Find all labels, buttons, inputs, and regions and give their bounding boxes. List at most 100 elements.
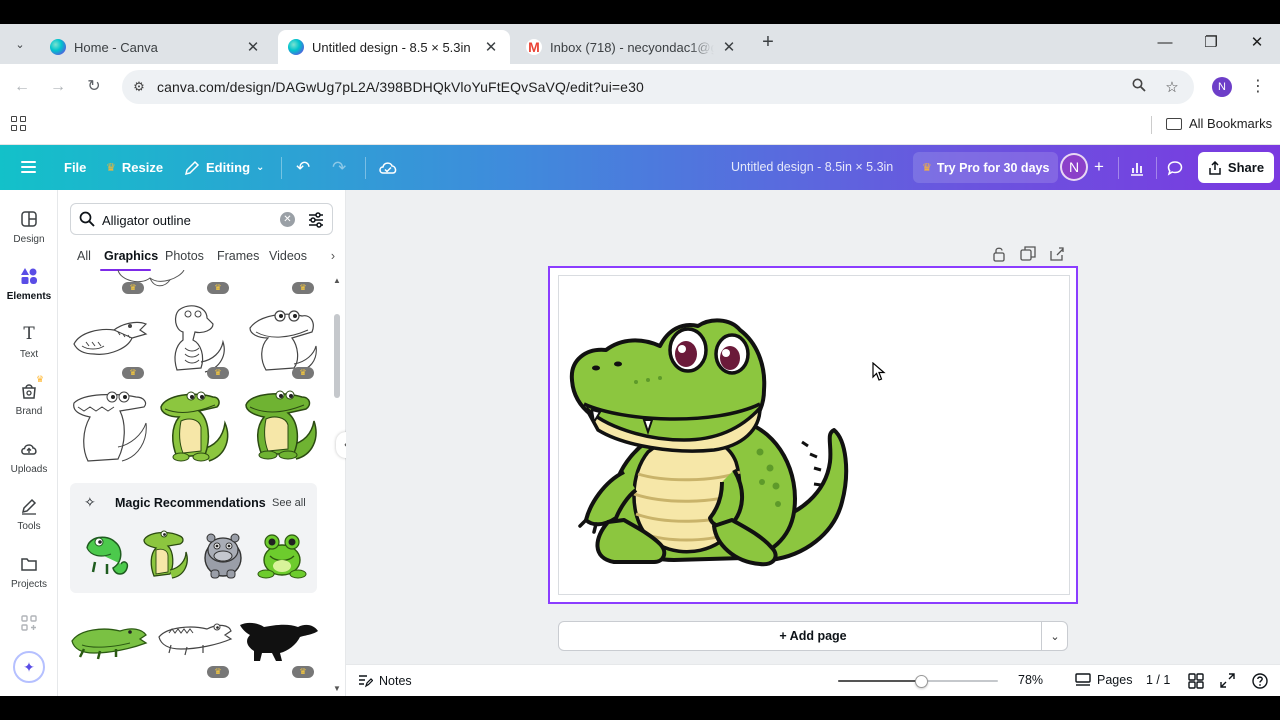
minimize-button[interactable]: — <box>1150 30 1180 56</box>
filter-icon[interactable] <box>307 211 325 229</box>
chevron-down-icon: ⌄ <box>256 162 265 173</box>
lock-icon[interactable] <box>990 245 1008 263</box>
zoom-slider-fill <box>838 680 922 682</box>
graphic-tile[interactable] <box>110 270 188 296</box>
crocodile-illustration[interactable] <box>564 312 854 574</box>
green-gator-graphic[interactable] <box>240 387 318 465</box>
redo-button[interactable]: ↷ <box>332 145 346 190</box>
insights-button[interactable] <box>1124 155 1150 181</box>
tab-frames[interactable]: Frames <box>217 249 259 263</box>
add-collaborator-button[interactable]: + <box>1090 157 1108 177</box>
add-page-icon[interactable] <box>1048 245 1066 263</box>
tab-graphics[interactable]: Graphics <box>104 249 158 263</box>
chameleon-graphic[interactable] <box>81 528 135 580</box>
gator-outline-graphic[interactable] <box>155 605 233 665</box>
screen-bottom-bar <box>0 696 1280 720</box>
gator-silhouette-graphic[interactable] <box>240 605 318 665</box>
page-counter[interactable]: 1 / 1 <box>1146 673 1170 687</box>
profile-avatar[interactable]: N <box>1212 77 1232 97</box>
rail-item-design[interactable]: Design <box>0 208 58 245</box>
notes-button[interactable]: Notes <box>358 673 412 688</box>
rail-item-projects[interactable]: Projects <box>0 553 58 590</box>
fullscreen-button[interactable] <box>1220 673 1235 688</box>
grid-view-button[interactable] <box>1188 673 1204 689</box>
design-page[interactable] <box>548 266 1078 604</box>
crocodile-graphic[interactable] <box>140 528 190 580</box>
magic-assistant-button[interactable]: ✦ <box>13 651 45 683</box>
try-pro-button[interactable]: ♛ Try Pro for 30 days <box>913 152 1059 183</box>
help-button[interactable] <box>1252 673 1268 689</box>
design-title[interactable]: Untitled design - 8.5in × 5.3in <box>731 160 893 174</box>
close-icon[interactable]: ✕ <box>482 38 500 56</box>
elements-icon <box>18 265 40 287</box>
new-tab-button[interactable]: + <box>757 32 779 54</box>
comments-button[interactable] <box>1162 155 1188 181</box>
panel-scrollbar[interactable] <box>334 314 340 398</box>
add-page-dropdown[interactable]: ⌄ <box>1041 621 1068 651</box>
omnibox[interactable]: ⚙ canva.com/design/DAGwUg7pL2A/398BDHQkV… <box>122 70 1194 104</box>
scroll-down-arrow[interactable]: ▼ <box>332 684 342 693</box>
rail-item-uploads[interactable]: Uploads <box>0 438 58 475</box>
rail-label: Design <box>13 234 45 245</box>
apps-grid-icon[interactable] <box>11 116 29 134</box>
all-bookmarks-label: All Bookmarks <box>1189 116 1273 131</box>
undo-button[interactable]: ↶ <box>296 145 310 190</box>
add-page-button[interactable]: + Add page <box>558 621 1068 651</box>
tab-untitled-design[interactable]: Untitled design - 8.5 × 5.3in ✕ <box>278 30 510 64</box>
clear-search-icon[interactable]: ✕ <box>280 212 295 227</box>
green-gator-graphic[interactable] <box>155 387 233 465</box>
pro-crown-badge: ♛ <box>207 666 229 678</box>
all-bookmarks-button[interactable]: All Bookmarks <box>1166 116 1272 131</box>
bookmark-star-icon[interactable]: ☆ <box>1162 78 1182 98</box>
browser-menu-icon[interactable]: ⋮ <box>1250 75 1266 99</box>
zoom-value: 78% <box>1018 673 1044 687</box>
comment-icon <box>1167 161 1183 176</box>
tab-all[interactable]: All <box>77 249 91 263</box>
search-input[interactable] <box>102 210 282 230</box>
magic-recommendations: ✧ Magic Recommendations See all <box>70 483 317 593</box>
scroll-up-arrow[interactable]: ▲ <box>332 276 342 285</box>
tab-search-button[interactable]: ⌄ <box>8 32 32 56</box>
bookmarks-divider <box>1151 116 1152 134</box>
duplicate-page-icon[interactable] <box>1019 245 1037 263</box>
gator-outline-graphic[interactable] <box>70 387 148 465</box>
pages-button[interactable]: Pages <box>1075 673 1132 687</box>
green-gator-lying-graphic[interactable] <box>70 605 148 665</box>
reload-icon[interactable]: ↻ <box>82 75 106 99</box>
restore-button[interactable]: ❐ <box>1196 30 1226 56</box>
crown-icon: ♛ <box>36 374 45 384</box>
close-window-button[interactable]: ✕ <box>1242 30 1272 56</box>
uploads-icon <box>18 438 40 460</box>
close-icon[interactable]: ✕ <box>720 38 738 56</box>
tab-gmail-inbox[interactable]: M Inbox (718) - necyondac1@gmail.com ✕ <box>516 30 748 64</box>
site-info-icon[interactable]: ⚙ <box>130 78 148 96</box>
rail-item-text[interactable]: T Text <box>0 323 58 360</box>
menu-icon[interactable] <box>21 161 36 173</box>
editing-mode-button[interactable]: Editing ⌄ <box>184 145 264 190</box>
rail-item-brand[interactable]: ♛ Brand <box>0 374 58 417</box>
zoom-search-icon[interactable] <box>1129 78 1149 98</box>
resize-button[interactable]: ♛ Resize <box>106 145 163 190</box>
close-icon[interactable]: ✕ <box>244 38 262 56</box>
hippo-graphic[interactable] <box>199 528 247 580</box>
user-avatar[interactable]: N <box>1060 153 1088 181</box>
share-button[interactable]: Share <box>1198 152 1274 183</box>
see-all-link[interactable]: See all <box>272 497 306 509</box>
tab-videos[interactable]: Videos <box>269 249 307 263</box>
file-menu-button[interactable]: File <box>64 145 86 190</box>
rail-item-elements[interactable]: Elements <box>0 265 58 302</box>
tab-home-canva[interactable]: Home - Canva ✕ <box>40 30 272 64</box>
back-arrow-icon[interactable]: ← <box>10 75 34 99</box>
zoom-slider-thumb[interactable] <box>915 675 929 688</box>
rail-item-tools[interactable]: Tools <box>0 495 58 532</box>
tab-photos[interactable]: Photos <box>165 249 204 263</box>
rail-item-apps[interactable] <box>0 612 58 638</box>
address-toolbar: ← → ↻ ⚙ canva.com/design/DAGwUg7pL2A/398… <box>0 64 1280 110</box>
cloud-save-button[interactable] <box>378 145 398 190</box>
tools-icon <box>18 495 40 517</box>
frog-graphic[interactable] <box>256 528 308 580</box>
forward-arrow-icon[interactable]: → <box>46 75 70 99</box>
zoom-level[interactable]: 78% <box>1018 673 1043 687</box>
tab-title: Home - Canva <box>74 39 158 55</box>
chevron-right-icon[interactable]: › <box>326 249 340 263</box>
